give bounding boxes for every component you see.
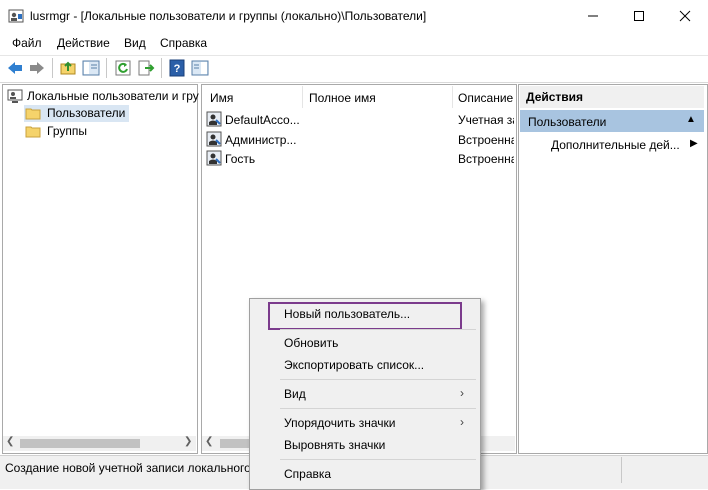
menu-new-user[interactable]: Новый пользователь... [284,307,410,321]
window-title: lusrmgr - [Локальные пользователи и груп… [30,9,427,23]
menu-line-up-icons[interactable]: Выровнять значки [284,438,385,452]
menu-export-list[interactable]: Экспортировать список... [284,358,424,372]
properties-icon[interactable] [191,59,209,77]
maximize-icon [634,11,644,21]
tree-item-users[interactable]: Пользователи [47,106,125,120]
column-divider[interactable] [302,86,303,108]
column-header-description[interactable]: Описание [458,91,513,105]
tree-item-groups[interactable]: Группы [47,124,87,138]
tree-pane[interactable] [2,84,198,454]
submenu-arrow-icon: › [460,386,464,400]
toolbar-separator [106,58,107,78]
table-row-name[interactable]: DefaultAcco... [225,113,301,127]
status-text: Создание новой учетной записи локального [5,461,251,475]
maximize-button[interactable] [616,0,662,32]
forward-arrow-icon[interactable] [28,59,46,77]
column-divider[interactable] [452,86,453,108]
refresh-icon[interactable] [114,59,132,77]
help-icon[interactable]: ? [168,59,186,77]
menu-help[interactable]: Справка [160,36,207,50]
column-header-fullname[interactable]: Полное имя [309,91,376,105]
toolbar-separator [161,58,162,78]
menu-separator [280,408,476,409]
menu-view[interactable]: Вид [124,36,146,50]
export-list-icon[interactable] [137,59,155,77]
toolbar-separator [52,58,53,78]
table-row-name[interactable]: Администр... [225,133,301,147]
folder-icon [25,123,41,139]
computer-users-icon [7,88,23,104]
app-icon [8,8,24,24]
table-row-name[interactable]: Гость [225,152,301,166]
minimize-button[interactable] [570,0,616,32]
user-icon [206,131,222,147]
scroll-right-arrow-icon[interactable]: ❯ [184,436,192,447]
table-row-description[interactable]: Встроенна [458,152,514,166]
show-tree-icon[interactable] [82,59,100,77]
menu-view[interactable]: Вид [284,387,306,401]
close-icon [679,10,691,22]
collapse-up-icon[interactable]: ▲ [686,114,696,125]
submenu-right-icon[interactable]: ▶ [690,138,698,149]
table-row-description[interactable]: Учетная запи [458,113,514,127]
user-icon [206,150,222,166]
menu-refresh[interactable]: Обновить [284,336,338,350]
actions-more-item[interactable]: Дополнительные дей... [551,138,680,152]
menu-file[interactable]: Файл [12,36,42,50]
user-icon [206,111,222,127]
menu-action[interactable]: Действие [57,36,110,50]
scroll-left-arrow-icon[interactable]: ❮ [6,436,14,447]
scroll-thumb[interactable] [20,439,140,448]
menu-separator [280,329,476,330]
scroll-thumb[interactable] [220,439,250,448]
menu-separator [280,459,476,460]
menu-help[interactable]: Справка [284,467,331,481]
status-divider [621,457,622,483]
svg-text:?: ? [174,63,181,75]
column-header-name[interactable]: Имя [210,91,233,105]
folder-icon [25,105,41,121]
menu-separator [280,379,476,380]
submenu-arrow-icon: › [460,415,464,429]
tree-root-label[interactable]: Локальные пользователи и гру [27,89,199,103]
table-row-description[interactable]: Встроенна [458,133,514,147]
back-arrow-icon[interactable] [6,59,24,77]
menu-arrange-icons[interactable]: Упорядочить значки [284,416,396,430]
up-folder-icon[interactable] [59,59,77,77]
actions-title: Действия [526,90,584,104]
scroll-left-arrow-icon[interactable]: ❮ [205,436,213,447]
actions-section-label[interactable]: Пользователи [528,115,606,129]
close-button[interactable] [662,0,708,32]
minimize-icon [588,15,598,17]
